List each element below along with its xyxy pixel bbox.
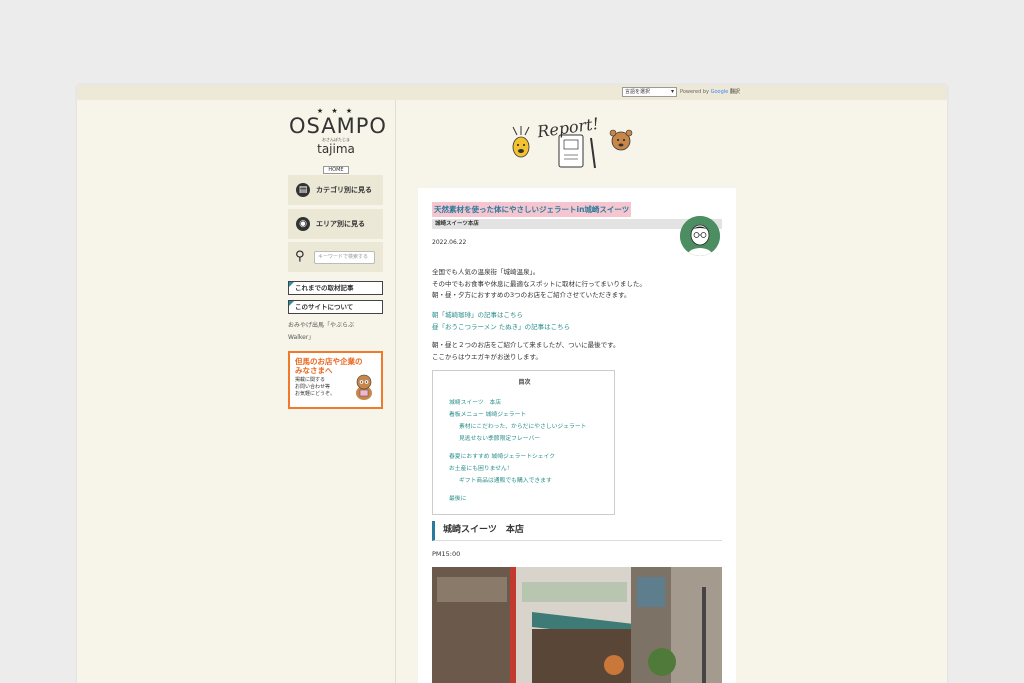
handoff-line: 朝・昼と２つのお店をご紹介して来ましたが、ついに最後です。 — [432, 341, 620, 349]
business-contact-banner[interactable]: 但馬のお店や企業の みなさまへ 掲載に関する お問い合わせ等 お気軽にどうぞ。 — [288, 351, 383, 409]
toc-item[interactable]: 春夏におすすめ 城崎ジェラートシェイク — [449, 451, 555, 460]
search-box: ⚲ キーワードで検索する — [288, 242, 383, 272]
article-date: 2022.06.22 — [432, 239, 467, 246]
home-button[interactable]: HOME — [323, 166, 349, 174]
toc-item[interactable]: 素材にこだわった、からだにやさしいジェラート — [459, 421, 586, 430]
search-input[interactable]: キーワードで検索する — [314, 251, 375, 264]
logo-tajima: tajima — [317, 142, 355, 156]
intro-paragraph: 全国でも人気の温泉街「城崎温泉」。 その中でもお食事や休息に最適なスポットに取材… — [432, 267, 646, 302]
toc-item[interactable]: 見逃せない季節限定フレーバー — [459, 433, 540, 442]
sidebar-note-line1: おみやげ出馬「やぶらぶ — [288, 322, 355, 329]
related-links: 朝「城崎珈琲」の記事はこちら 昼「おうこつラーメン たぬき」の記事はこちら — [432, 310, 570, 333]
toc-title: 目次 — [518, 379, 531, 386]
magnifier-icon[interactable]: ⚲ — [295, 249, 305, 264]
section-heading: 城崎スイーツ 本店 — [432, 521, 722, 541]
intro-line: 朝・昼・夕方におすすめの3つのお店をご紹介させていただきます。 — [432, 291, 631, 299]
visit-time: PM15:00 — [432, 550, 461, 558]
site-logo[interactable]: ★ ★ ★ OSAMPO おさんぽたじま tajima HOME — [289, 107, 387, 175]
banner-title-1: 但馬のお店や企業の — [295, 357, 363, 366]
storefront-photo — [432, 567, 722, 683]
toc-item[interactable]: 城崎スイーツ 本店 — [449, 397, 501, 406]
area-button[interactable]: ◉ エリア別に見る — [288, 209, 383, 239]
toc-item[interactable]: 最後に — [449, 493, 466, 502]
toc-item[interactable]: ギフト商品は通販でも購入できます — [459, 475, 552, 484]
toc-item[interactable]: 看板メニュー 城崎ジェラート — [449, 409, 526, 418]
handoff-line: ここからはウエガキがお送りします。 — [432, 352, 542, 361]
logo-title: OSAMPO — [289, 114, 387, 138]
toc-item[interactable]: お土産にも困りません！ — [449, 463, 513, 472]
intro-line: 全国でも人気の温泉街「城崎温泉」。 — [432, 268, 540, 276]
category-button[interactable]: ▤ カテゴリ別に見る — [288, 175, 383, 205]
report-illustration: Report! — [512, 114, 633, 169]
article-title: 天然素材を使った体にやさしいジェラートin城崎スイーツ — [432, 202, 632, 217]
intro-line: その中でもお食事や休息に最適なスポットに取材に行ってまいりました。 — [432, 279, 646, 288]
category-button-label: カテゴリ別に見る — [316, 186, 372, 194]
morning-article-link[interactable]: 朝「城崎珈琲」の記事はこちら — [432, 310, 570, 322]
sidebar-note-line2: Walker」 — [288, 334, 315, 341]
handoff-paragraph: 朝・昼と２つのお店をご紹介して来ましたが、ついに最後です。 ここからはウエガキが… — [432, 340, 620, 363]
lunch-article-link[interactable]: 昼「おうこつラーメン たぬき」の記事はこちら — [432, 322, 570, 334]
globe-icon: ◉ — [296, 217, 310, 231]
about-site-link[interactable]: このサイトについて — [288, 300, 383, 314]
tanuki-mascot-icon — [356, 374, 372, 400]
store-name-band: 城崎スイーツ本店 — [432, 219, 722, 229]
author-avatar — [680, 216, 720, 256]
past-articles-link[interactable]: これまでの取材記事 — [288, 281, 383, 295]
table-of-contents: 目次 城崎スイーツ 本店 看板メニュー 城崎ジェラート 素材にこだわった、からだ… — [432, 370, 615, 515]
area-button-label: エリア別に見る — [316, 220, 365, 228]
notebook-icon: ▤ — [296, 183, 310, 197]
article-card: 天然素材を使った体にやさしいジェラートin城崎スイーツ 城崎スイーツ本店 202… — [418, 188, 736, 683]
sidebar-note[interactable]: おみやげ出馬「やぶらぶ Walker」 — [288, 320, 383, 344]
